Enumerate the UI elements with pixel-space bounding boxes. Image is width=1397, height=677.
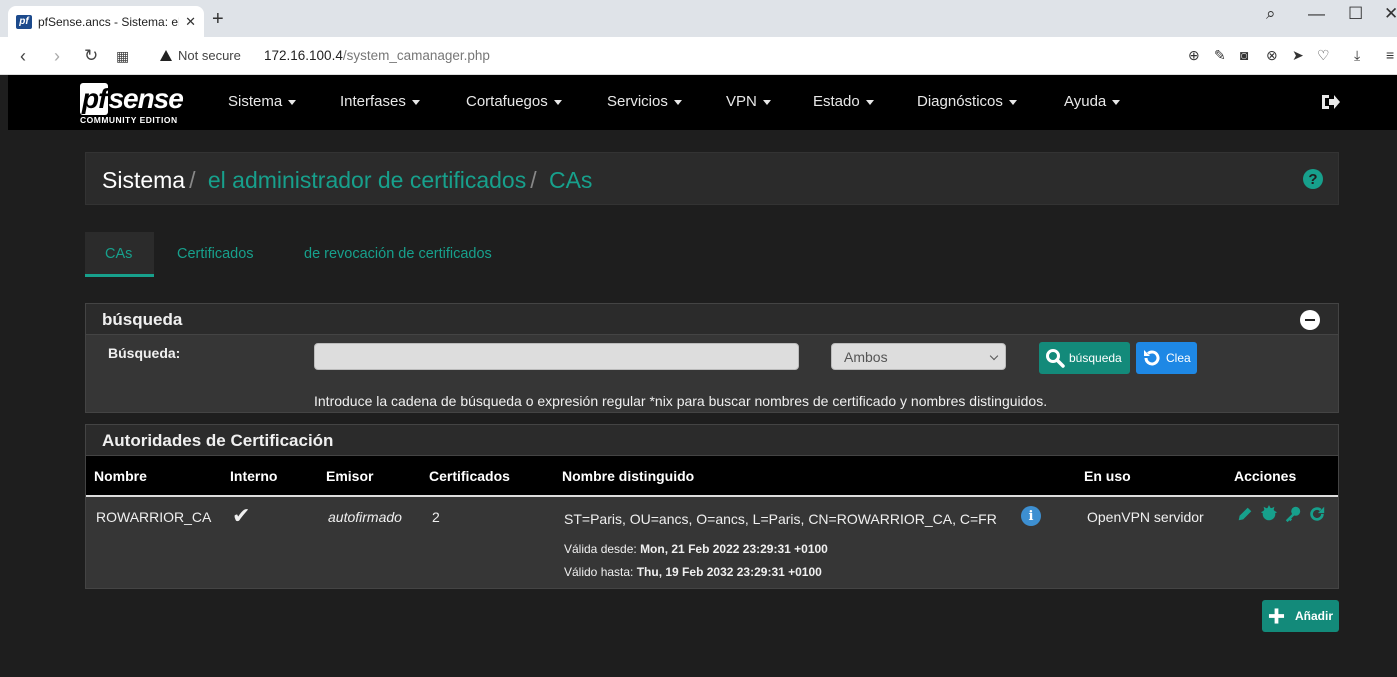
ca-valid-from: Válida desde: Mon, 21 Feb 2022 23:29:31 … (564, 542, 828, 556)
clear-button[interactable]: Clea (1136, 342, 1197, 374)
url-field[interactable]: 172.16.100.4/system_camanager.php (264, 48, 490, 63)
logo-wordmark: pfsense (80, 83, 184, 115)
edit-icon[interactable]: ✎ (1214, 47, 1226, 64)
close-tab-icon[interactable]: ✕ (185, 14, 196, 30)
tab-certificados[interactable]: Certificados (177, 246, 254, 262)
plus-icon (1268, 608, 1285, 624)
cas-panel-title: Autoridades de Certificación (102, 431, 334, 450)
breadcrumb-certmanager-link[interactable]: el administrador de certificados (208, 167, 526, 193)
export-cert-icon[interactable] (1260, 505, 1278, 523)
ca-issuer: autofirmado (328, 509, 402, 525)
col-nombre: Nombre (86, 456, 222, 497)
menu-estado[interactable]: Estado (813, 93, 874, 110)
cas-panel: Autoridades de Certificación Nombre Inte… (85, 424, 1339, 589)
export-key-icon[interactable] (1284, 505, 1302, 523)
camera-icon[interactable]: ◙ (1240, 47, 1248, 63)
pfsense-logo[interactable]: pfsense COMMUNITY EDITION (80, 83, 200, 127)
chevron-down-icon (989, 351, 999, 361)
url-path: /system_camanager.php (342, 48, 490, 63)
table-row: ROWARRIOR_CA ✔ autofirmado 2 ST=Paris, O… (86, 497, 1338, 587)
ca-name: ROWARRIOR_CA (96, 509, 212, 525)
breadcrumb: Sistema / el administrador de certificado… (85, 152, 1339, 205)
search-input[interactable] (314, 343, 799, 370)
search-tabs-icon[interactable]: ⌕ (1266, 4, 1276, 24)
logo-subtitle: COMMUNITY EDITION (80, 115, 178, 125)
menu-diagnosticos[interactable]: Diagnósticos (917, 93, 1017, 110)
main-navbar: pfsense COMMUNITY EDITION Sistema Interf… (8, 75, 1397, 130)
send-icon[interactable]: ➤ (1292, 47, 1304, 64)
col-acciones: Acciones (1226, 456, 1338, 497)
menu-cortafuegos[interactable]: Cortafuegos (466, 93, 562, 110)
url-host: 172.16.100.4 (264, 48, 343, 63)
breadcrumb-root: Sistema (102, 167, 186, 193)
page-title: Sistema / el administrador de certificado… (102, 167, 592, 194)
search-icon (1046, 349, 1065, 368)
search-panel: búsqueda Búsqueda: Ambos búsqueda Clea I… (85, 303, 1339, 413)
forward-icon[interactable]: › (54, 46, 60, 67)
pfsense-favicon-icon: pf (16, 14, 32, 29)
menu-sistema[interactable]: Sistema (228, 93, 297, 110)
warning-icon (160, 50, 172, 61)
collapse-icon[interactable] (1300, 310, 1320, 330)
info-icon[interactable]: i (1021, 506, 1041, 526)
heart-icon[interactable]: ♡ (1317, 47, 1330, 64)
cas-table: Nombre Interno Emisor Certificados Nombr… (86, 456, 1338, 497)
search-button[interactable]: búsqueda (1039, 342, 1130, 374)
minimize-icon[interactable]: — (1308, 4, 1325, 24)
menu-interfases[interactable]: Interfases (340, 93, 420, 110)
browser-tabbar: pf pfSense.ancs - Sistema: el a ✕ + ⌕ — … (0, 0, 1397, 37)
col-interno: Interno (222, 456, 318, 497)
edit-pencil-icon[interactable] (1236, 505, 1254, 523)
window-close-icon[interactable]: ✕ (1384, 4, 1397, 24)
col-nombre-distinguido: Nombre distinguido (554, 456, 1076, 497)
download-icon[interactable]: ⤓ (1354, 47, 1360, 64)
reload-icon[interactable]: ↻ (84, 46, 98, 66)
menu-servicios[interactable]: Servicios (607, 93, 682, 110)
security-indicator[interactable]: Not secure (160, 48, 241, 63)
breadcrumb-sep: / (189, 167, 196, 193)
logout-icon[interactable] (1320, 93, 1340, 111)
back-icon[interactable]: ‹ (20, 46, 26, 67)
tab-revocacion[interactable]: de revocación de certificados (304, 246, 492, 262)
col-en-uso: En uso (1076, 456, 1226, 497)
search-panel-title: búsqueda (102, 310, 183, 329)
tab-grid-icon[interactable]: ▦ (116, 48, 129, 65)
maximize-icon[interactable]: ☐ (1348, 4, 1363, 24)
breadcrumb-cas-link[interactable]: CAs (549, 167, 592, 193)
search-scope-select[interactable]: Ambos (831, 343, 1006, 370)
zoom-icon[interactable]: ⊕ (1188, 47, 1200, 64)
col-certificados: Certificados (421, 456, 554, 497)
search-scope-value: Ambos (844, 349, 888, 365)
ca-cert-count: 2 (432, 509, 440, 525)
tab-cas[interactable]: CAs (105, 246, 132, 262)
undo-icon (1144, 350, 1160, 366)
search-hint: Introduce la cadena de búsqueda o expres… (314, 393, 1048, 409)
ca-distinguished-name: ST=Paris, OU=ancs, O=ancs, L=Paris, CN=R… (564, 511, 997, 527)
browser-tab-title: pfSense.ancs - Sistema: el a (38, 14, 180, 29)
security-label: Not secure (178, 48, 241, 63)
internal-check-icon: ✔ (232, 503, 251, 528)
menu-vpn[interactable]: VPN (726, 93, 771, 110)
help-icon[interactable]: ? (1303, 169, 1323, 189)
breadcrumb-sep: / (530, 167, 537, 193)
col-emisor: Emisor (318, 456, 421, 497)
add-ca-button[interactable]: Añadir (1262, 600, 1339, 632)
search-panel-header: búsqueda (86, 304, 1338, 335)
ca-valid-to: Válido hasta: Thu, 19 Feb 2032 23:29:31 … (564, 565, 822, 579)
new-tab-icon[interactable]: + (212, 8, 224, 31)
address-bar: ‹ › ↻ ▦ Not secure 172.16.100.4/system_c… (0, 37, 1397, 75)
menu-ayuda[interactable]: Ayuda (1064, 93, 1121, 110)
ca-in-use: OpenVPN servidor (1087, 509, 1204, 525)
search-label: Búsqueda: (108, 345, 181, 361)
block-icon[interactable]: ⊗ (1266, 47, 1278, 64)
renew-icon[interactable] (1308, 505, 1326, 523)
menu-icon[interactable]: ≡ (1386, 47, 1394, 63)
browser-tab[interactable]: pf pfSense.ancs - Sistema: el a ✕ (8, 6, 204, 37)
cas-panel-header: Autoridades de Certificación (86, 425, 1338, 456)
